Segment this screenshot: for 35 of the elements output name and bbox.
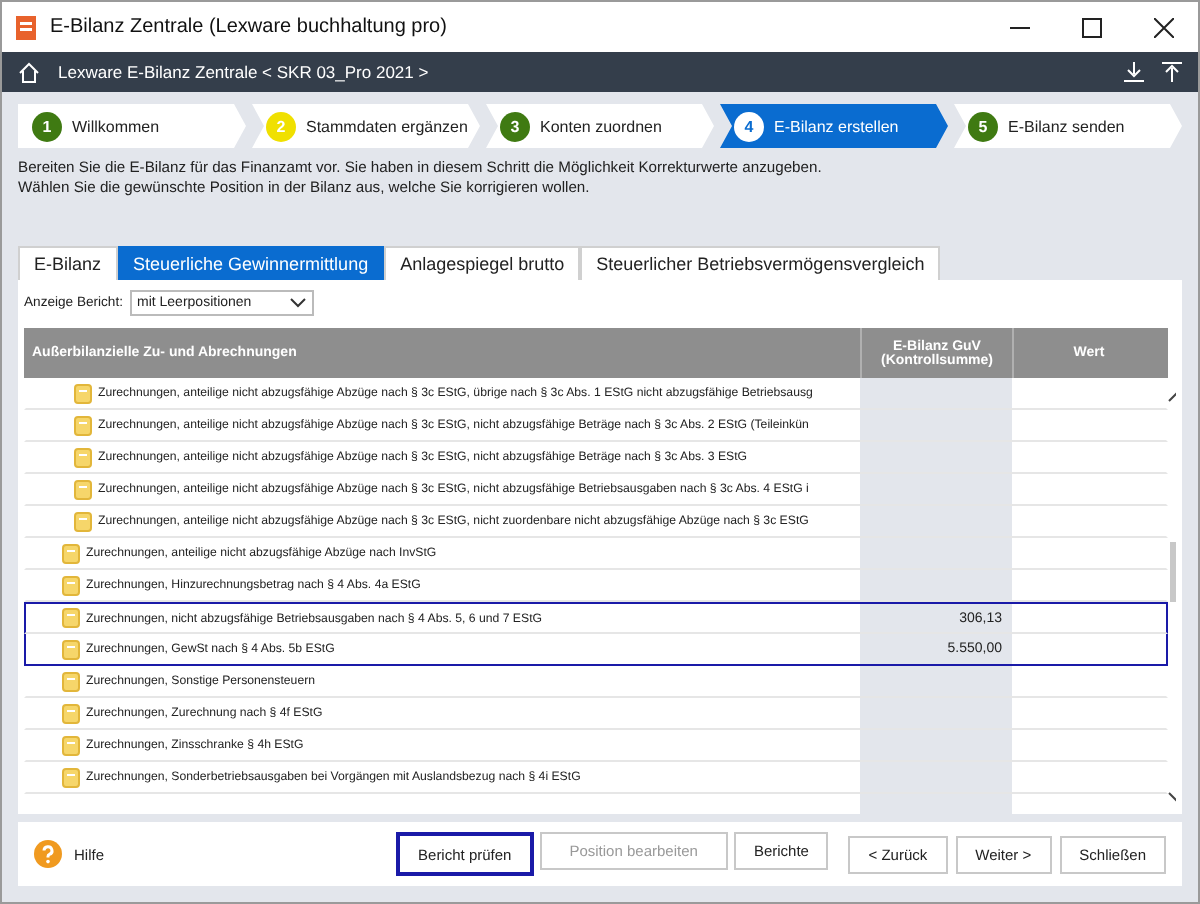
step-number: 1 <box>32 111 62 141</box>
app-icon <box>14 15 38 39</box>
wizard-step[interactable]: 5 E-Bilanz senden <box>954 104 1182 148</box>
document-icon <box>74 511 92 531</box>
document-icon <box>62 767 80 787</box>
close-icon[interactable] <box>1154 17 1174 37</box>
document-icon <box>74 383 92 403</box>
upload-icon[interactable] <box>1162 62 1182 82</box>
document-icon <box>74 479 92 499</box>
window-title: E-Bilanz Zentrale (Lexware buchhaltung pro) <box>50 16 447 38</box>
tab[interactable]: Anlagespiegel brutto <box>384 246 581 280</box>
maximize-icon[interactable] <box>1082 17 1102 37</box>
home-icon[interactable] <box>18 61 40 83</box>
download-icon[interactable] <box>1124 62 1144 82</box>
document-icon <box>62 703 80 723</box>
document-icon <box>74 447 92 467</box>
document-icon <box>62 639 80 659</box>
breadcrumb: Lexware E-Bilanz Zentrale < SKR 03_Pro 2021 > <box>58 62 429 82</box>
step-number: 4 <box>734 111 764 141</box>
document-icon <box>62 735 80 755</box>
wizard-step[interactable]: 4 E-Bilanz erstellen <box>720 104 948 148</box>
step-number: 3 <box>500 111 530 141</box>
wizard-step[interactable]: 2 Stammdaten ergänzen <box>252 104 480 148</box>
wizard-step[interactable]: 1 Willkommen <box>18 104 246 148</box>
document-icon <box>62 543 80 563</box>
tab[interactable]: Steuerlicher Betriebsvermögensvergleich <box>580 246 941 280</box>
document-icon <box>62 575 80 595</box>
tab[interactable]: Steuerliche Gewinnermittlung <box>117 246 385 280</box>
document-icon <box>62 671 80 691</box>
wizard-step[interactable]: 3 Konten zuordnen <box>486 104 714 148</box>
document-icon <box>62 608 80 628</box>
tab[interactable]: E-Bilanz <box>18 246 118 280</box>
document-icon <box>74 415 92 435</box>
step-number: 5 <box>968 111 998 141</box>
step-number: 2 <box>266 111 296 141</box>
